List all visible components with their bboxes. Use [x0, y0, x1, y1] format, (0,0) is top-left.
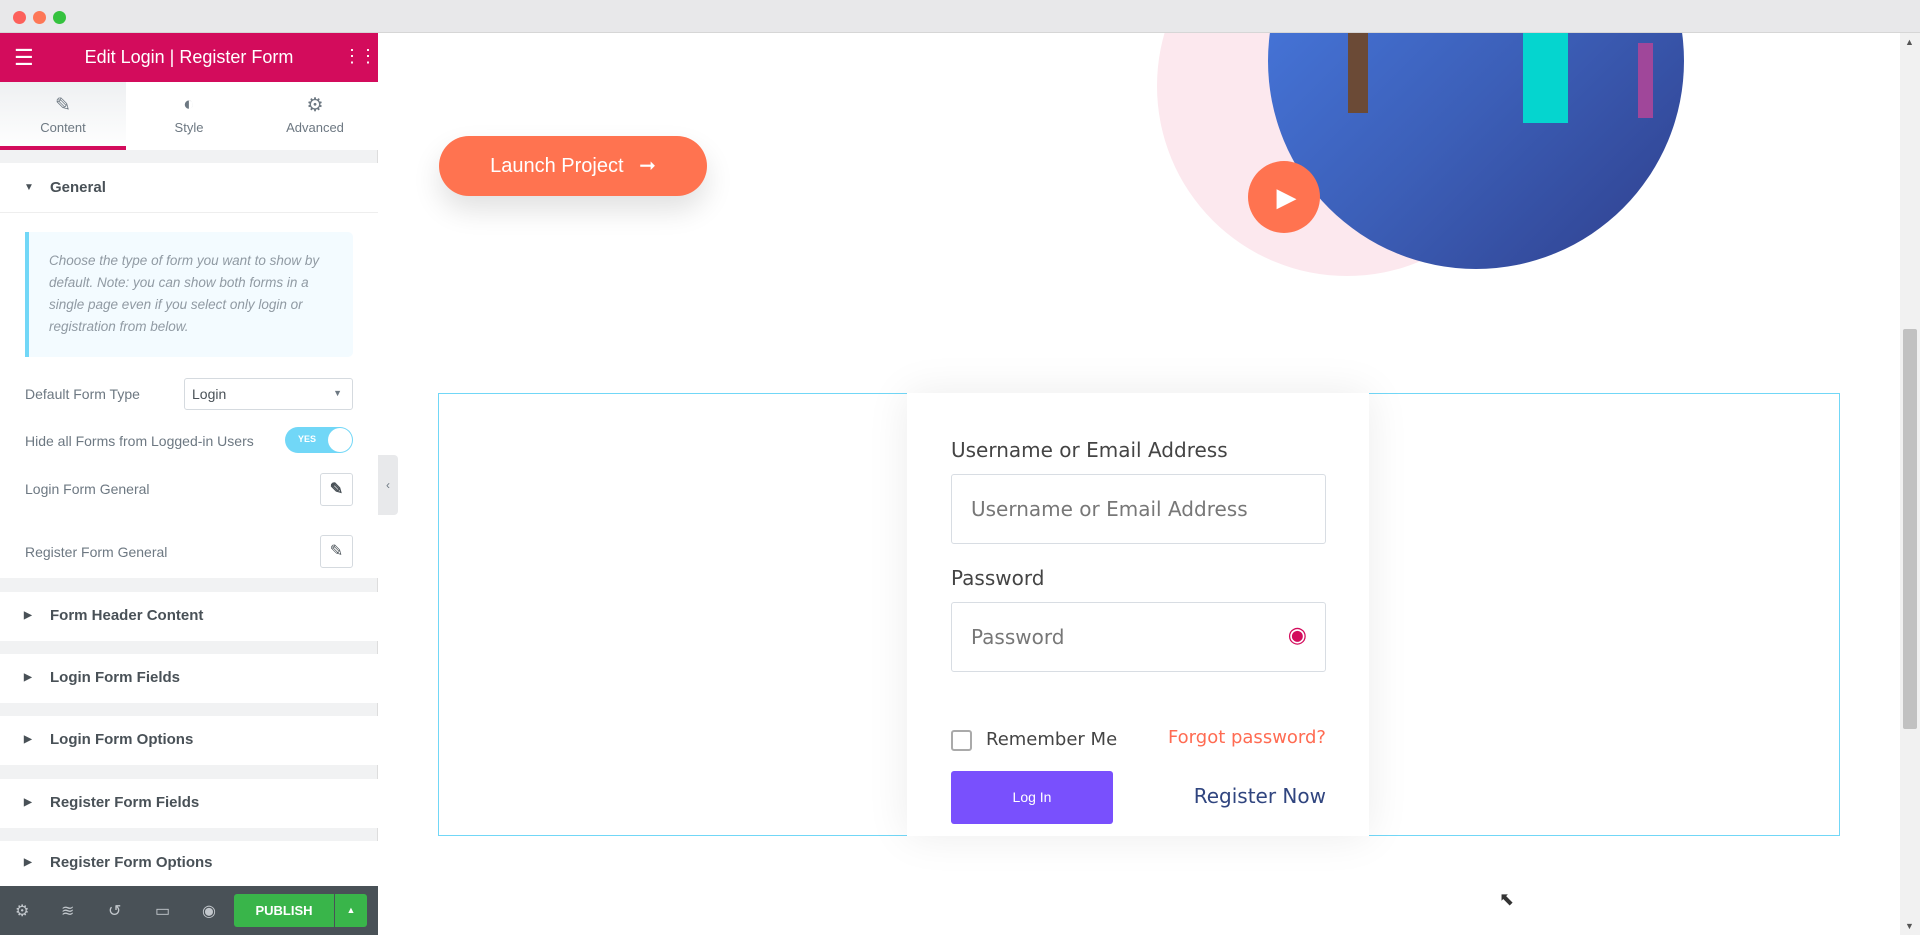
- username-placeholder: Username or Email Address: [971, 497, 1248, 521]
- half-circle-icon: ◐: [183, 94, 195, 115]
- settings-gear-icon[interactable]: ⚙: [15, 901, 29, 921]
- editor-panel: ☰ Edit Login | Register Form ⋮⋮⋮ ✎ Conten…: [0, 33, 393, 935]
- password-placeholder: Password: [971, 625, 1065, 649]
- close-window-button[interactable]: [13, 11, 26, 24]
- forgot-password-link[interactable]: Forgot password?: [1168, 727, 1326, 748]
- caret-right-icon: ▶: [24, 672, 32, 683]
- section-title: Login Form Options: [50, 731, 194, 748]
- general-section: ▼ General Choose the type of form you wa…: [0, 163, 378, 523]
- password-input[interactable]: Password ◉: [951, 602, 1326, 672]
- illustration-figure: [1638, 43, 1653, 118]
- chevron-down-icon: ▼: [333, 388, 342, 398]
- illustration-figure: [1348, 33, 1368, 113]
- play-icon: ▶: [1276, 182, 1297, 212]
- chevron-left-icon: ‹: [386, 478, 390, 492]
- navigator-layers-icon[interactable]: ≋: [61, 901, 74, 921]
- play-video-button[interactable]: ▶: [1248, 161, 1320, 233]
- description-note: Choose the type of form you want to show…: [25, 232, 353, 357]
- maximize-window-button[interactable]: [53, 11, 66, 24]
- login-form-general-label: Login Form General: [25, 481, 150, 497]
- pencil-icon: ✎: [329, 543, 344, 560]
- page-scrollbar[interactable]: ▲ ▼: [1900, 33, 1920, 935]
- tab-label: Content: [40, 120, 86, 135]
- section-register-form-fields[interactable]: ▶ Register Form Fields: [0, 779, 378, 828]
- tab-content[interactable]: ✎ Content: [0, 82, 126, 150]
- button-label: Launch Project: [490, 155, 624, 177]
- section-login-form-fields[interactable]: ▶ Login Form Fields: [0, 654, 378, 703]
- login-button[interactable]: Log In: [951, 771, 1113, 824]
- history-icon[interactable]: ↺: [108, 901, 121, 921]
- section-title: General: [50, 179, 106, 196]
- username-input[interactable]: Username or Email Address: [951, 474, 1326, 544]
- caret-down-icon: ▼: [24, 182, 34, 193]
- section-form-header-content[interactable]: ▶ Form Header Content: [0, 592, 378, 641]
- illustration-figure: [1523, 33, 1568, 123]
- register-form-general-row: Register Form General ✎: [0, 523, 378, 578]
- select-value: Login: [192, 386, 227, 402]
- pencil-icon: ✎: [55, 95, 71, 116]
- login-form-general-edit-button[interactable]: ✎: [320, 473, 353, 506]
- default-form-type-label: Default Form Type: [25, 386, 140, 402]
- tab-label: Advanced: [286, 120, 344, 135]
- toggle-knob: [328, 428, 352, 452]
- responsive-desktop-icon[interactable]: ▭: [155, 901, 170, 921]
- mouse-cursor-icon: ⬉: [1499, 889, 1515, 909]
- password-label: Password: [951, 566, 1045, 590]
- general-section-header[interactable]: ▼ General: [0, 163, 378, 213]
- remember-me-label: Remember Me: [986, 729, 1118, 750]
- register-form-general-edit-button[interactable]: ✎: [320, 535, 353, 568]
- caret-right-icon: ▶: [24, 734, 32, 745]
- register-now-link[interactable]: Register Now: [1194, 784, 1326, 808]
- caret-up-icon: ▲: [346, 905, 356, 915]
- preview-eye-icon[interactable]: ◉: [202, 901, 216, 921]
- arrow-right-icon: ➞: [639, 155, 656, 177]
- hide-forms-label: Hide all Forms from Logged-in Users: [25, 433, 254, 449]
- tab-style[interactable]: ◐ Style: [126, 82, 252, 150]
- section-login-form-options[interactable]: ▶ Login Form Options: [0, 716, 378, 765]
- window-titlebar: [0, 0, 1920, 33]
- scroll-up-arrow-icon[interactable]: ▲: [1905, 37, 1914, 47]
- gear-icon: ⚙: [306, 95, 324, 116]
- register-form-general-label: Register Form General: [25, 544, 168, 560]
- remember-me-checkbox[interactable]: [951, 730, 972, 751]
- scrollbar-thumb[interactable]: [1903, 329, 1917, 729]
- username-label: Username or Email Address: [951, 438, 1228, 462]
- tab-advanced[interactable]: ⚙ Advanced: [252, 82, 378, 150]
- hide-forms-toggle[interactable]: YES: [285, 427, 353, 453]
- scroll-down-arrow-icon[interactable]: ▼: [1905, 921, 1914, 931]
- caret-right-icon: ▶: [24, 857, 32, 868]
- show-password-eye-icon[interactable]: ◉: [1288, 623, 1307, 648]
- caret-right-icon: ▶: [24, 610, 32, 621]
- panel-footer: ⚙ ≋ ↺ ▭ ◉ PUBLISH ▲: [0, 886, 378, 935]
- launch-project-button[interactable]: Launch Project ➞: [439, 136, 707, 196]
- preview-canvas: ‹ ▶ Launch Project ➞ Username or Email A…: [378, 33, 1900, 935]
- minimize-window-button[interactable]: [33, 11, 46, 24]
- section-title: Form Header Content: [50, 607, 204, 624]
- publish-button[interactable]: PUBLISH: [234, 894, 334, 927]
- pencil-icon: ✎: [329, 481, 344, 498]
- panel-tabs: ✎ Content ◐ Style ⚙ Advanced: [0, 82, 378, 150]
- section-title: Register Form Options: [50, 854, 213, 871]
- login-form-card: Username or Email Address Username or Em…: [907, 393, 1369, 836]
- caret-right-icon: ▶: [24, 797, 32, 808]
- tab-label: Style: [174, 120, 204, 135]
- panel-header: ☰ Edit Login | Register Form ⋮⋮⋮: [0, 33, 393, 82]
- section-title: Register Form Fields: [50, 794, 200, 811]
- publish-options-button[interactable]: ▲: [335, 894, 367, 927]
- collapse-panel-handle[interactable]: ‹: [378, 455, 398, 515]
- section-register-form-options[interactable]: ▶ Register Form Options: [0, 841, 378, 886]
- section-title: Login Form Fields: [50, 669, 180, 686]
- panel-title: Edit Login | Register Form: [84, 47, 294, 67]
- default-form-type-select[interactable]: Login ▼: [184, 378, 353, 410]
- toggle-label: YES: [298, 434, 317, 444]
